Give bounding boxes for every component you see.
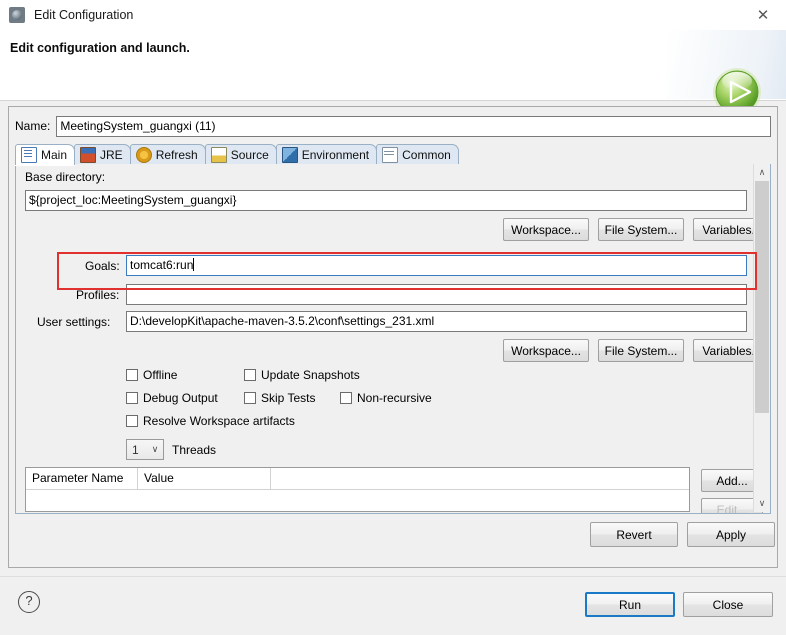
column-filler [271, 468, 689, 489]
checkbox-non-recursive[interactable]: Non-recursive [340, 391, 432, 405]
tab-common-label: Common [402, 148, 451, 162]
window-title: Edit Configuration [34, 8, 134, 22]
checkbox-debug-output-label: Debug Output [143, 391, 218, 405]
checkbox-debug-output[interactable]: Debug Output [126, 391, 218, 405]
tab-refresh[interactable]: Refresh [129, 144, 206, 165]
edit-configuration-dialog: Edit Configuration ✕ Edit configuration … [0, 0, 786, 635]
scroll-down-icon[interactable]: ∨ [754, 495, 770, 512]
goals-input[interactable]: tomcat6:run [126, 255, 747, 276]
checkbox-skip-tests[interactable]: Skip Tests [244, 391, 315, 405]
checkbox-non-recursive-label: Non-recursive [357, 391, 432, 405]
scrollbar-thumb[interactable] [755, 181, 769, 413]
tab-common[interactable]: Common [376, 144, 459, 165]
configuration-content-panel: Name: MeetingSystem_guangxi (11) Main JR… [8, 106, 778, 568]
source-edit-icon [210, 147, 227, 163]
checkbox-skip-tests-box [244, 392, 256, 404]
checkbox-update-snapshots[interactable]: Update Snapshots [244, 368, 360, 382]
tab-bar: Main JRE Refresh Source Environment Comm… [15, 143, 771, 166]
text-caret [193, 258, 195, 271]
goals-label: Goals: [85, 259, 120, 273]
checkbox-update-snapshots-label: Update Snapshots [261, 368, 360, 382]
tab-jre-label: JRE [100, 148, 123, 162]
checkbox-offline[interactable]: Offline [126, 368, 177, 382]
title-bar: Edit Configuration ✕ [0, 0, 786, 30]
tab-environment[interactable]: Environment [275, 144, 378, 165]
checkbox-resolve-workspace-artifacts[interactable]: Resolve Workspace artifacts [126, 414, 295, 428]
checkbox-update-snapshots-box [244, 369, 256, 381]
main-tab-form: Base directory: ${project_loc:MeetingSys… [16, 164, 770, 513]
checkbox-resolve-workspace-artifacts-box [126, 415, 138, 427]
checkbox-non-recursive-box [340, 392, 352, 404]
column-parameter-name: Parameter Name [26, 468, 138, 489]
user-settings-input[interactable]: D:\developKit\apache-maven-3.5.2\conf\se… [126, 311, 747, 332]
profiles-label: Profiles: [76, 288, 120, 302]
dialog-bottom-bar: ? Run Close [0, 576, 786, 635]
help-question-icon[interactable]: ? [18, 591, 40, 613]
threads-dropdown-value: 1 [132, 442, 139, 457]
configuration-gear-icon [9, 7, 25, 23]
refresh-arrows-icon [135, 147, 152, 163]
chevron-down-icon: ∨ [151, 444, 159, 454]
name-row: Name: MeetingSystem_guangxi (11) [15, 115, 771, 137]
tab-main-label: Main [41, 148, 68, 162]
config-action-buttons: Revert Apply [15, 522, 775, 548]
parameter-table-header: Parameter Name Value [26, 468, 689, 490]
threads-dropdown[interactable]: 1 ∨ [126, 439, 164, 460]
header-subtitle: Edit configuration and launch. [10, 41, 190, 55]
checkbox-skip-tests-label: Skip Tests [261, 391, 316, 405]
column-value: Value [138, 468, 271, 489]
checkbox-debug-output-box [126, 392, 138, 404]
close-icon[interactable]: ✕ [740, 0, 786, 30]
panel-scrollbar[interactable]: ∧ ∨ [753, 164, 770, 512]
threads-label: Threads [172, 443, 217, 457]
tab-source[interactable]: Source [204, 144, 277, 165]
user-settings-file-system-button[interactable]: File System... [598, 339, 684, 362]
name-input[interactable]: MeetingSystem_guangxi (11) [56, 115, 771, 137]
checkbox-offline-label: Offline [143, 368, 178, 382]
tab-main[interactable]: Main [15, 144, 76, 165]
environment-icon [281, 147, 298, 163]
scrollbar-track[interactable] [754, 181, 770, 495]
tab-source-label: Source [230, 148, 269, 162]
apply-button[interactable]: Apply [687, 522, 775, 547]
jre-library-icon [80, 147, 97, 163]
common-window-icon [382, 147, 399, 163]
goals-input-value: tomcat6:run [130, 258, 194, 272]
tab-refresh-label: Refresh [155, 148, 198, 162]
base-directory-input[interactable]: ${project_loc:MeetingSystem_guangxi} [25, 190, 747, 211]
dialog-header: Edit configuration and launch. [0, 30, 786, 118]
profiles-input[interactable] [126, 284, 747, 305]
tab-environment-label: Environment [301, 148, 370, 162]
close-button[interactable]: Close [683, 592, 773, 617]
scroll-up-icon[interactable]: ∧ [754, 164, 770, 181]
name-label: Name: [15, 119, 51, 133]
checkbox-offline-box [126, 369, 138, 381]
main-document-icon [21, 147, 37, 163]
main-tab-panel: Base directory: ${project_loc:MeetingSys… [15, 164, 771, 514]
base-dir-workspace-button[interactable]: Workspace... [503, 218, 589, 241]
checkbox-resolve-workspace-artifacts-label: Resolve Workspace artifacts [143, 414, 295, 428]
tab-jre[interactable]: JRE [74, 144, 131, 165]
base-directory-label: Base directory: [25, 170, 106, 184]
parameter-table[interactable]: Parameter Name Value [25, 467, 690, 512]
base-dir-file-system-button[interactable]: File System... [598, 218, 684, 241]
run-button[interactable]: Run [585, 592, 675, 617]
user-settings-workspace-button[interactable]: Workspace... [503, 339, 589, 362]
revert-button[interactable]: Revert [590, 522, 678, 547]
user-settings-label: User settings: [37, 315, 111, 329]
